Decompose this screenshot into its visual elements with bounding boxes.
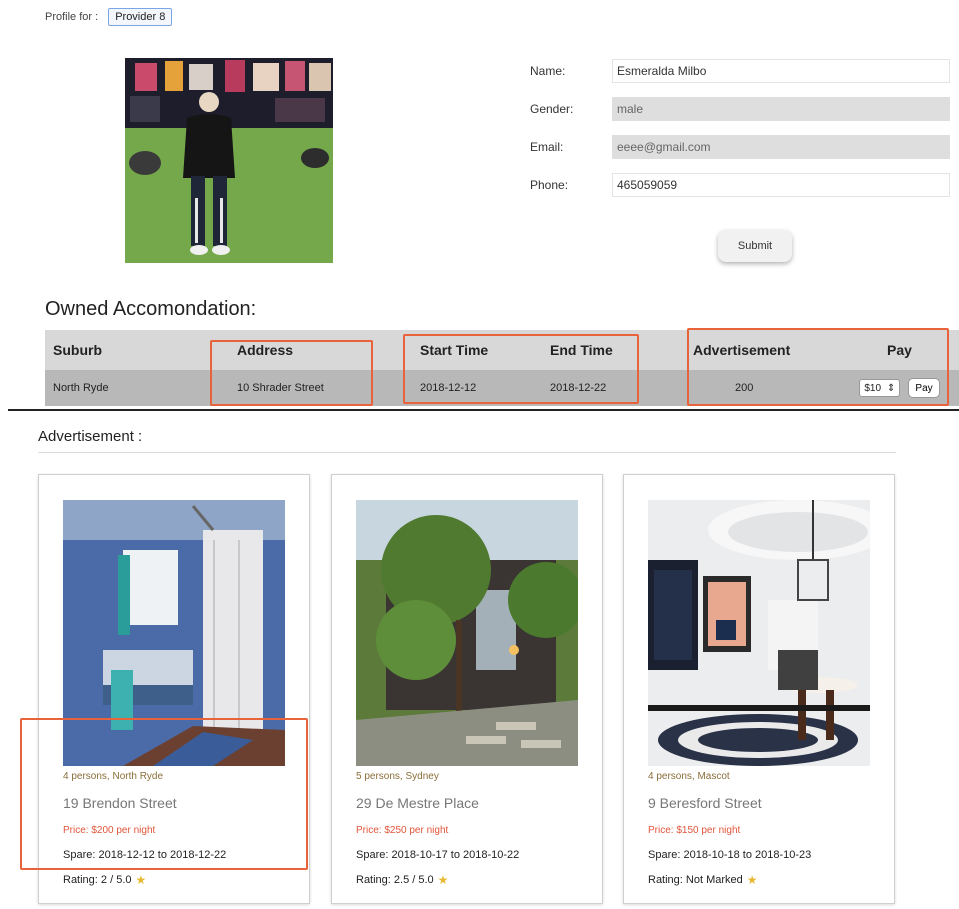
card-rating: Rating: Not Marked ★: [648, 873, 758, 887]
star-icon: ★: [135, 873, 147, 887]
header-address: Address: [237, 342, 294, 358]
cell-address: 10 Shrader Street: [237, 382, 324, 394]
gender-input: [612, 97, 950, 121]
card-photo-bedroom: [63, 500, 285, 766]
stepper-arrows-icon: ⇕: [887, 382, 896, 394]
card-price: Price: $250 per night: [356, 825, 449, 836]
card-availability: Spare: 2018-12-12 to 2018-12-22: [63, 849, 227, 861]
phone-input[interactable]: [612, 173, 950, 197]
card-price: Price: $150 per night: [648, 825, 741, 836]
email-label: Email:: [530, 140, 564, 154]
advertisement-card-1[interactable]: 4 persons, North Ryde 19 Brendon Street …: [38, 474, 310, 904]
card-availability: Spare: 2018-10-17 to 2018-10-22: [356, 849, 520, 861]
profile-photo: [125, 58, 333, 263]
card-address: 9 Beresford Street: [648, 795, 762, 811]
card-rating: Rating: 2.5 / 5.0 ★: [356, 873, 448, 887]
card-rating-text: Rating: 2.5 / 5.0: [356, 874, 434, 886]
owned-table-header: Suburb Address Start Time End Time Adver…: [45, 330, 959, 370]
form-row-email: Email:: [530, 134, 950, 160]
profile-selector: Profile for : Provider 8: [45, 8, 173, 26]
cell-advertisement: 200: [735, 382, 754, 394]
advertisement-title: Advertisement :: [38, 428, 143, 445]
advertisement-card-2[interactable]: 5 persons, Sydney 29 De Mestre Place Pri…: [331, 474, 603, 904]
advertisement-card-3[interactable]: 4 persons, Mascot 9 Beresford Street Pri…: [623, 474, 895, 904]
owned-accommodation-title: Owned Accomondation:: [45, 298, 257, 320]
header-end-time: End Time: [550, 342, 613, 358]
cell-suburb: North Ryde: [53, 382, 109, 394]
card-availability: Spare: 2018-10-18 to 2018-10-23: [648, 849, 812, 861]
card-rating-text: Rating: 2 / 5.0: [63, 874, 132, 886]
star-icon: ★: [437, 873, 449, 887]
page-separator: [8, 409, 959, 411]
card-address: 19 Brendon Street: [63, 795, 177, 811]
form-row-name: Name:: [530, 58, 950, 84]
card-address: 29 De Mestre Place: [356, 795, 479, 811]
card-meta: 5 persons, Sydney: [356, 771, 439, 782]
card-photo-garden-house: [356, 500, 578, 766]
star-icon: ★: [746, 873, 758, 887]
gender-label: Gender:: [530, 102, 574, 116]
name-label: Name:: [530, 64, 566, 78]
cell-start-time: 2018-12-12: [420, 382, 477, 394]
submit-button[interactable]: Submit: [718, 230, 792, 262]
form-row-gender: Gender:: [530, 96, 950, 122]
phone-label: Phone:: [530, 178, 569, 192]
card-rating: Rating: 2 / 5.0 ★: [63, 873, 146, 887]
profile-for-label: Profile for :: [45, 11, 99, 23]
profile-form: Name: Gender: Email: Phone:: [530, 58, 950, 210]
name-input[interactable]: [612, 59, 950, 83]
email-input: [612, 135, 950, 159]
header-suburb: Suburb: [53, 342, 102, 358]
profile-user-select[interactable]: Provider 8: [108, 8, 173, 26]
advertisement-divider: [38, 452, 896, 453]
cell-pay: $10 ⇕ Pay: [840, 378, 959, 398]
pay-amount-value: $10: [864, 382, 882, 394]
table-row: North Ryde 10 Shrader Street 2018-12-12 …: [45, 370, 959, 406]
card-rating-text: Rating: Not Marked: [648, 874, 743, 886]
pay-button[interactable]: Pay: [908, 378, 940, 398]
card-price: Price: $200 per night: [63, 825, 156, 836]
card-meta: 4 persons, Mascot: [648, 771, 730, 782]
header-advertisement: Advertisement: [693, 342, 791, 358]
card-photo-living-room: [648, 500, 870, 766]
card-meta: 4 persons, North Ryde: [63, 771, 164, 782]
header-pay: Pay: [887, 342, 912, 358]
form-row-phone: Phone:: [530, 172, 950, 198]
pay-amount-select[interactable]: $10 ⇕: [859, 379, 901, 397]
header-start-time: Start Time: [420, 342, 489, 358]
owned-accommodation-table: Suburb Address Start Time End Time Adver…: [45, 330, 959, 406]
cell-end-time: 2018-12-22: [550, 382, 607, 394]
